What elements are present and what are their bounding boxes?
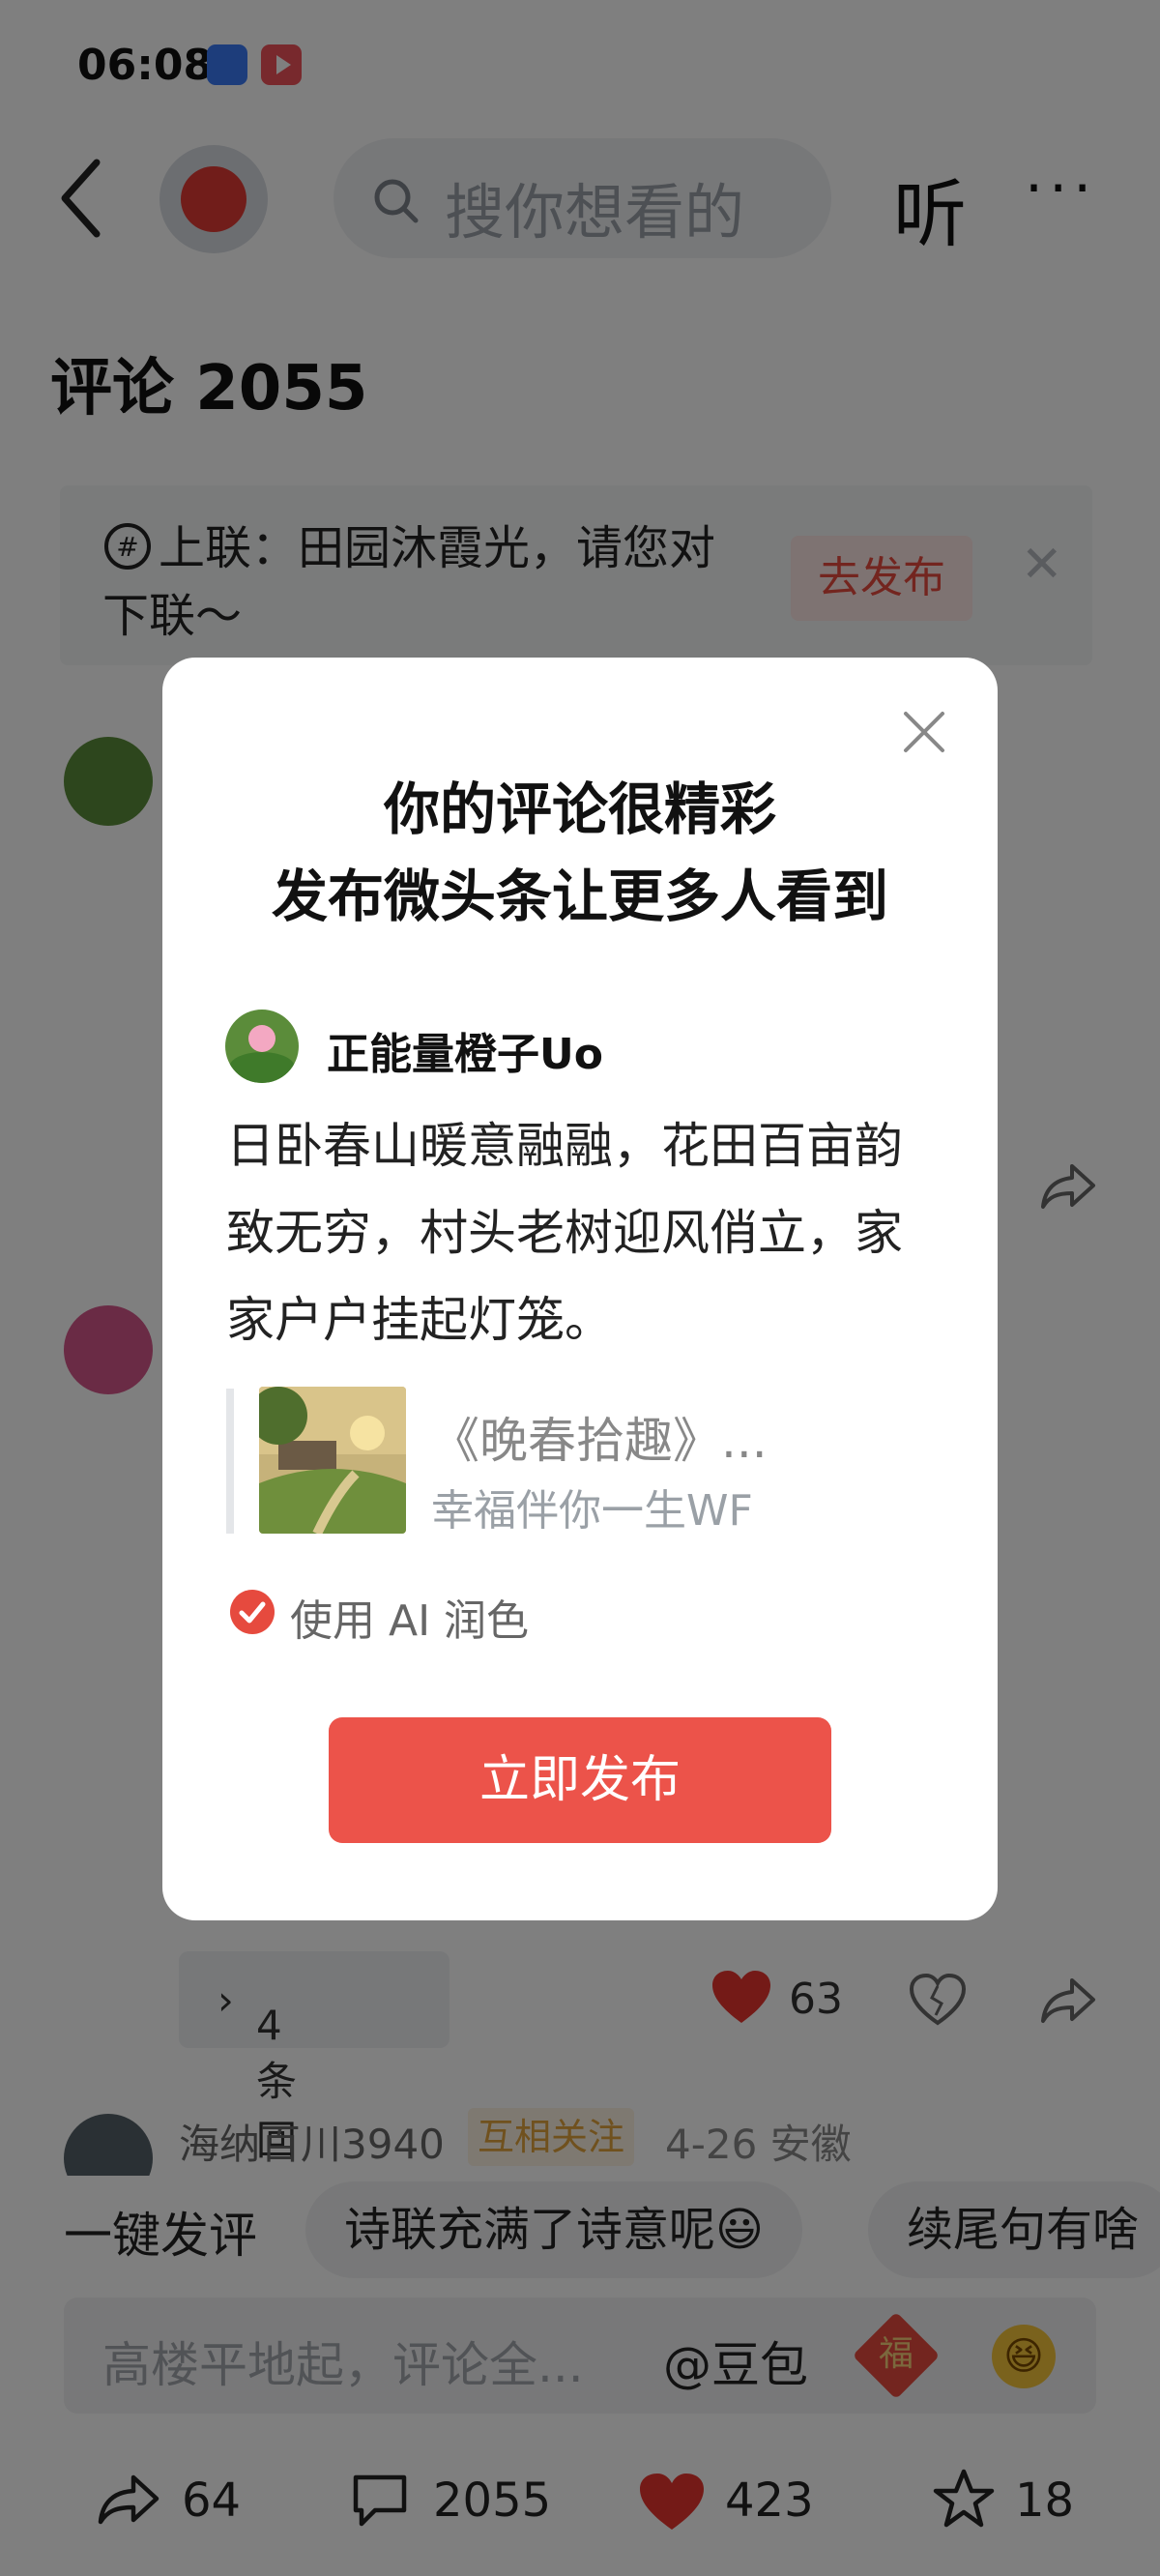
article-thumbnail xyxy=(259,1387,406,1534)
publish-now-button[interactable]: 立即发布 xyxy=(329,1717,831,1843)
dialog-comment-text: 日卧春山暖意融融，花田百亩韵致无穷，村头老树迎风俏立，家家户户挂起灯笼。 xyxy=(226,1118,903,1348)
dialog-username: 正能量橙子Uo xyxy=(327,1030,603,1079)
close-icon[interactable] xyxy=(900,708,948,756)
avatar xyxy=(225,1010,299,1083)
publish-dialog: 你的评论很精彩 发布微头条让更多人看到 正能量橙子Uo 日卧春山暖意融融，花田百… xyxy=(162,658,998,1920)
quote-author: 幸福伴你一生WF xyxy=(431,1486,753,1536)
dialog-subheadline: 发布微头条让更多人看到 xyxy=(271,864,888,929)
quote-title: 《晚春拾趣》... xyxy=(431,1413,768,1469)
dialog-headline: 你的评论很精彩 xyxy=(383,776,776,842)
ai-polish-label[interactable]: 使用 AI 润色 xyxy=(290,1586,529,1648)
ai-polish-checkbox[interactable] xyxy=(230,1590,275,1634)
quote-divider xyxy=(226,1389,234,1534)
